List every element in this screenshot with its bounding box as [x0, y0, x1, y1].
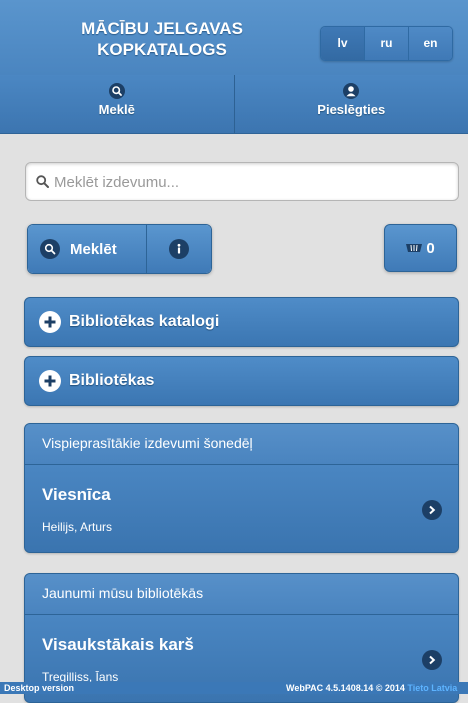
search-actions: Meklēt [27, 224, 212, 274]
list-item[interactable]: Viesnīca Heilijs, Arturs [25, 465, 458, 553]
popular-list: Vispieprasītākie izdevumi šonedēļ Viesnī… [24, 423, 459, 553]
search-icon [36, 175, 49, 188]
site-title[interactable]: MĀCĪBU JELGAVAS KOPKATALOGS [62, 18, 262, 60]
credit-link[interactable]: Tieto Latvia [407, 683, 457, 693]
lang-ru-button[interactable]: ru [364, 27, 408, 60]
collapsible-label: Bibliotēkas katalogi [69, 313, 219, 331]
nav-search-tab[interactable]: Meklē [0, 75, 234, 133]
cart-count: 0 [426, 240, 434, 257]
nav-login-tab[interactable]: Pieslēgties [234, 75, 468, 133]
item-author: Heilijs, Arturs [42, 520, 112, 534]
nav-login-label: Pieslēgties [317, 102, 385, 117]
search-field [25, 162, 459, 201]
new-items-heading: Jaunumi mūsu bibliotēkās [25, 574, 458, 615]
search-button[interactable]: Meklēt [28, 225, 146, 273]
chevron-right-icon [422, 650, 442, 670]
plus-icon [39, 370, 61, 392]
lang-lv-button[interactable]: lv [321, 27, 364, 60]
plus-icon [39, 311, 61, 333]
item-title: Viesnīca [42, 485, 111, 505]
version-info: WebPAC 4.5.1408.14 © 2014 Tieto Latvia [286, 682, 457, 694]
item-title: Visaukstākais karš [42, 635, 194, 655]
user-icon [343, 83, 359, 99]
language-switcher: lv ru en [320, 26, 453, 61]
cart-button[interactable]: 0 [384, 224, 457, 272]
site-title-line2: KOPKATALOGS [62, 39, 262, 60]
popular-heading: Vispieprasītākie izdevumi šonedēļ [25, 424, 458, 465]
site-title-line1: MĀCĪBU JELGAVAS [62, 18, 262, 39]
info-icon [169, 239, 189, 259]
desktop-version-link[interactable]: Desktop version [4, 682, 74, 694]
lang-en-button[interactable]: en [408, 27, 452, 60]
main-nav: Meklē Pieslēgties [0, 75, 468, 134]
footer-bar: Desktop version WebPAC 4.5.1408.14 © 201… [0, 682, 468, 694]
app-header: MĀCĪBU JELGAVAS KOPKATALOGS lv ru en [0, 0, 468, 76]
collapsible-libraries[interactable]: Bibliotēkas [24, 356, 459, 406]
collapsible-label: Bibliotēkas [69, 372, 154, 390]
search-icon [109, 83, 125, 99]
info-button[interactable] [146, 225, 211, 273]
search-button-label: Meklēt [70, 241, 117, 258]
nav-search-label: Meklē [99, 102, 135, 117]
search-icon [40, 239, 60, 259]
search-input[interactable] [52, 163, 456, 202]
chevron-right-icon [422, 500, 442, 520]
basket-icon [406, 243, 422, 253]
collapsible-library-catalogs[interactable]: Bibliotēkas katalogi [24, 297, 459, 347]
version-text: WebPAC 4.5.1408.14 © 2014 [286, 683, 405, 693]
